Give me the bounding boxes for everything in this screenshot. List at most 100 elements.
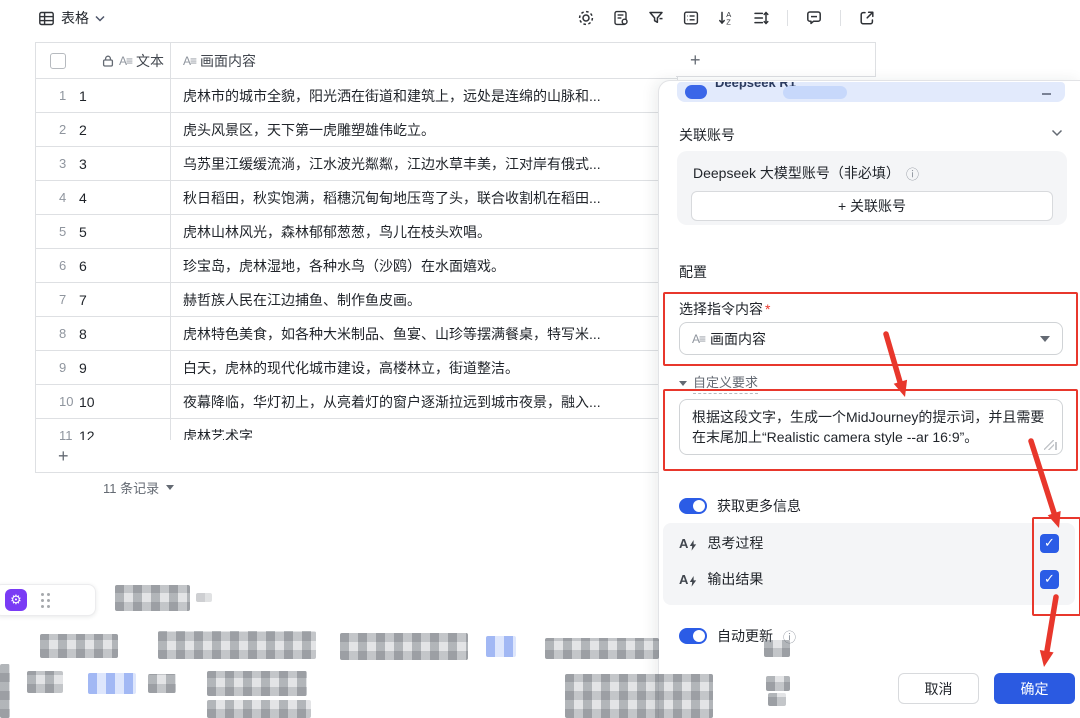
cell-text: 2 [79,122,87,138]
option-label: 思考过程 [707,533,763,553]
table-row[interactable]: 33乌苏里江缓缓流淌，江水波光粼粼，江边水草丰美，江对岸有俄式... [36,147,677,181]
cell-content: 夜幕降临，华灯初上，从亮着灯的窗户逐渐拉远到城市夜景，融入... [171,392,601,412]
table-header-row: A≡ 文本 A≡ 画面内容 [36,43,677,79]
row-index: 5 [59,224,79,239]
custom-requirement-value: 根据这段文字，生成一个MidJourney的提示词，并且需要在末尾加上“Real… [692,409,1044,445]
redacted-block [545,638,659,659]
redacted-block [340,633,468,660]
primary-column-header[interactable]: A≡ 文本 [36,43,171,78]
cell-text: 1 [79,88,87,104]
info-icon: ⓘ [906,164,919,183]
row-height-icon[interactable] [752,9,770,27]
toolbar-divider [787,10,788,26]
toolbar-divider [840,10,841,26]
table-row[interactable]: 99白天，虎林的现代化城市建设，高楼林立，街道整洁。 [36,351,677,385]
instruction-select[interactable]: A≡ 画面内容 [679,322,1063,355]
more-info-label: 获取更多信息 [717,496,801,516]
table-row[interactable]: 44秋日稻田，秋实饱满，稻穗沉甸甸地压弯了头，联合收割机在稻田... [36,181,677,215]
ai-field-icon: A [679,572,697,587]
thinking-checkbox[interactable]: ✓ [1040,534,1059,553]
plugin-widget-pill[interactable]: ⚙ [0,584,96,616]
option-row-output: A 输出结果 ✓ [663,561,1075,597]
data-table: A≡ 文本 A≡ 画面内容 11虎林市的城市全貌，阳光洒在街道和建筑上，远处是连… [35,42,678,453]
redacted-block [565,674,713,718]
settings-icon[interactable] [577,9,595,27]
cell-content: 珍宝岛，虎林湿地，各种水鸟（沙鸥）在水面嬉戏。 [171,256,505,276]
record-count-bar[interactable]: 11 条记录 [103,478,174,497]
cell-content: 赫哲族人民在江边捕鱼、制作鱼皮画。 [171,290,421,310]
redacted-block [148,674,176,693]
redacted-block [0,664,10,718]
confirm-button[interactable]: 确定 [994,673,1075,704]
custom-requirement-label: 自定义要求 [693,372,758,394]
more-info-options-card: A 思考过程 ✓ A 输出结果 ✓ [663,523,1075,605]
view-switcher[interactable]: 表格 [38,8,105,28]
redacted-block [27,671,63,693]
linked-account-section-title: 关联账号 [679,125,735,145]
add-account-button[interactable]: + 关联账号 [691,191,1053,221]
collapse-chevron-icon[interactable] [1051,129,1063,137]
add-row-button[interactable]: + [35,440,676,473]
table-row[interactable]: 66珍宝岛，虎林湿地，各种水鸟（沙鸥）在水面嬉戏。 [36,249,677,283]
option-label: 输出结果 [707,569,763,589]
sort-az-icon[interactable]: A Z [717,9,735,27]
option-row-thinking: A 思考过程 ✓ [663,525,1075,561]
drag-handle-icon[interactable] [41,593,44,596]
redacted-block [764,640,790,657]
svg-text:Z: Z [726,18,731,27]
triangle-down-icon [679,381,687,386]
cell-content: 秋日稻田，秋实饱满，稻穗沉甸甸地压弯了头，联合收割机在稻田... [171,188,601,208]
output-checkbox[interactable]: ✓ [1040,570,1059,589]
chevron-down-icon [95,15,105,22]
redacted-block [158,631,316,659]
redacted-block [207,700,311,718]
table-row[interactable]: 55虎林山林风光，森林郁郁葱葱，鸟儿在枝头欢唱。 [36,215,677,249]
cell-text: 7 [79,292,87,308]
table-toolbar: 表格 [0,0,1080,36]
cell-text: 10 [79,394,95,410]
table-row[interactable]: 88虎林特色美食，如各种大米制品、鱼宴、山珍等摆满餐桌，特写米... [36,317,677,351]
resize-handle-icon[interactable] [1047,442,1057,450]
primary-column-label: 文本 [136,51,164,71]
plugin-icon: ⚙ [5,589,27,611]
table-row[interactable]: 11虎林市的城市全貌，阳光洒在街道和建筑上，远处是连绵的山脉和... [36,79,677,113]
more-info-toggle[interactable] [679,498,707,514]
select-caret-icon [1040,336,1050,342]
custom-requirement-textarea[interactable]: 根据这段文字，生成一个MidJourney的提示词，并且需要在末尾加上“Real… [679,399,1063,455]
cancel-button[interactable]: 取消 [898,673,979,704]
auto-update-toggle[interactable] [679,628,707,644]
add-account-label: + 关联账号 [838,196,906,216]
cell-text: 3 [79,156,87,172]
text-field-icon: A≡ [119,54,132,68]
field-shortcut-icon[interactable] [612,9,630,27]
linked-account-card: Deepseek 大模型账号（非必填） ⓘ + 关联账号 [677,151,1067,225]
table-row[interactable]: 22虎头风景区，天下第一虎雕塑雄伟屹立。 [36,113,677,147]
model-bar[interactable]: Deepseek R1 [677,82,1065,102]
group-icon[interactable] [682,9,700,27]
record-count: 11 条记录 [103,478,159,497]
table-row[interactable]: 77赫哲族人民在江边捕鱼、制作鱼皮画。 [36,283,677,317]
ai-field-icon: A [679,536,697,551]
required-asterisk: * [765,301,770,317]
plus-icon: + [690,51,701,69]
instruction-field-label: 选择指令内容* [679,299,770,319]
cell-text: 8 [79,326,87,342]
custom-requirement-toggle[interactable]: 自定义要求 [679,372,758,394]
cell-content: 虎林山林风光，森林郁郁葱葱，鸟儿在枝头欢唱。 [171,222,491,242]
cell-content: 白天，虎林的现代化城市建设，高楼林立，街道整洁。 [171,358,519,378]
row-index: 9 [59,360,79,375]
comment-icon[interactable] [805,9,823,27]
account-field-label: Deepseek 大模型账号（非必填） [693,163,900,183]
open-in-new-icon[interactable] [858,9,876,27]
plus-icon: + [58,447,69,465]
content-column-header[interactable]: A≡ 画面内容 [171,43,677,78]
table-row[interactable]: 1010夜幕降临，华灯初上，从亮着灯的窗户逐渐拉远到城市夜景，融入... [36,385,677,419]
add-column-button[interactable]: + [676,42,876,77]
check-icon: ✓ [1044,571,1055,587]
select-all-checkbox[interactable] [50,53,66,69]
config-section-title: 配置 [679,262,707,282]
cell-content: 虎林特色美食，如各种大米制品、鱼宴、山珍等摆满餐桌，特写米... [171,324,601,344]
cancel-label: 取消 [925,679,953,699]
filter-icon[interactable] [647,9,665,27]
row-index: 3 [59,156,79,171]
